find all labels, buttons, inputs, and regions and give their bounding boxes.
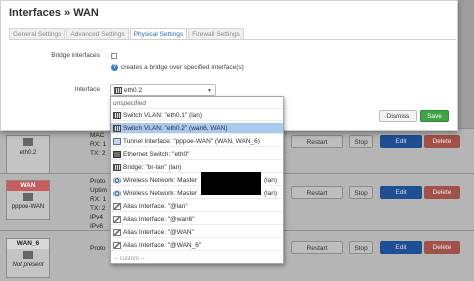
tab-divider [9, 39, 456, 40]
interface-badge: WAN_6 Not present [6, 238, 50, 278]
option-alias-wan6[interactable]: Alias Interface: "@wan6" [111, 214, 283, 225]
option-ethernet-switch-eth0[interactable]: Ethernet Switch: "eth0" [111, 149, 283, 160]
interface-label: Interface [74, 86, 100, 93]
interface-name: WAN_6 [7, 239, 49, 249]
interface-stats: MAC RX: 1 TX: 2 [90, 132, 107, 157]
interface-badge: eth0.2 [6, 135, 50, 175]
network-icon [114, 86, 122, 94]
delete-button[interactable]: Delete [424, 241, 460, 254]
alias-icon [113, 241, 121, 249]
bridge-interfaces-label: Bridge interfaces [51, 52, 100, 59]
interface-select[interactable]: eth0.2 ▼ [110, 84, 216, 96]
alias-icon [113, 228, 121, 236]
stop-button[interactable]: Stop [349, 135, 373, 148]
bridge-icon [113, 163, 121, 171]
alias-icon [113, 215, 121, 223]
stop-button[interactable]: Stop [349, 186, 373, 199]
bridge-interfaces-checkbox[interactable] [111, 53, 117, 59]
option-alias-wan-6[interactable]: Alias Interface: "@WAN_6" [111, 240, 283, 251]
bridge-help-text: ? creates a bridge over specified interf… [111, 64, 244, 71]
option-tunnel-pppoe-wan[interactable]: Tunnel Interface: "pppoe-WAN" (WAN, WAN_… [111, 136, 283, 147]
restart-button[interactable]: Restart [291, 241, 343, 254]
option-unspecified[interactable]: unspecified [111, 98, 283, 109]
interface-stats: Proto [90, 245, 106, 252]
network-icon [23, 138, 33, 146]
ethernet-icon [113, 150, 121, 158]
tunnel-icon [113, 137, 121, 145]
option-switch-vlan-eth0-1[interactable]: Switch VLAN: "eth0.1" (lan) [111, 110, 283, 121]
option-custom[interactable]: -- custom -- [111, 253, 283, 264]
restart-button[interactable]: Restart [291, 135, 343, 148]
wireless-icon [113, 189, 121, 197]
interface-device: pppoe-WAN [11, 204, 45, 210]
save-button[interactable]: Save [420, 110, 449, 122]
edit-button[interactable]: Edit [380, 241, 422, 254]
option-alias-wan[interactable]: Alias Interface: "@WAN" [111, 227, 283, 238]
edit-button[interactable]: Edit [380, 135, 422, 148]
interface-device: eth0.2 [19, 150, 37, 156]
restart-button[interactable]: Restart [291, 186, 343, 199]
delete-button[interactable]: Delete [424, 135, 460, 148]
redacted-region [201, 172, 261, 195]
delete-button[interactable]: Delete [424, 186, 460, 199]
interface-device: Not present [12, 262, 44, 268]
interface-badge: WAN pppoe-WAN [6, 180, 50, 220]
edit-button[interactable]: Edit [380, 186, 422, 199]
tunnel-icon [23, 251, 33, 259]
help-icon: ? [111, 64, 118, 71]
dismiss-button[interactable]: Dismiss [379, 110, 417, 122]
network-icon [113, 124, 121, 132]
alias-icon [113, 202, 121, 210]
tunnel-icon [23, 193, 33, 201]
interface-name: WAN [7, 181, 49, 191]
wireless-icon [113, 176, 121, 184]
network-icon [113, 111, 121, 119]
stop-button[interactable]: Stop [349, 241, 373, 254]
option-alias-lan[interactable]: Alias Interface: "@lan" [111, 201, 283, 212]
chevron-down-icon: ▼ [207, 88, 212, 94]
interface-stats: Proto Uptim RX: 1 TX: 2 IPv4 IPv6 [90, 178, 107, 230]
option-switch-vlan-eth0-2[interactable]: Switch VLAN: "eth0.2" (wan6, WAN) [111, 123, 283, 134]
modal-title: Interfaces » WAN [9, 7, 99, 19]
